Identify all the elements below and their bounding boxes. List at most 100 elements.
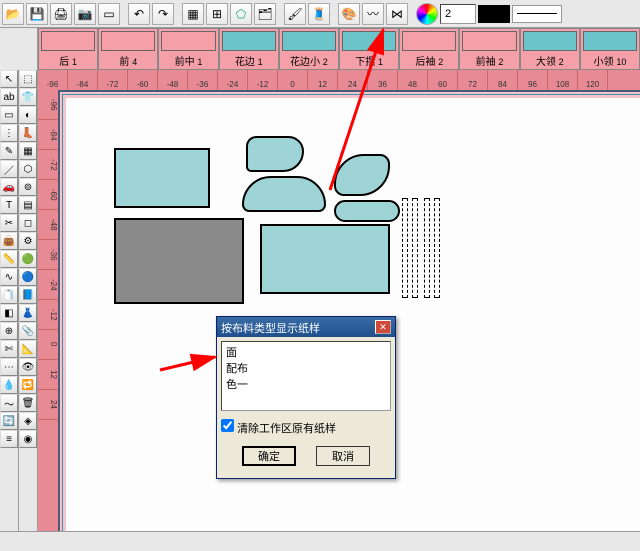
misc2-icon[interactable]: ◉ [19, 430, 37, 448]
panel-item[interactable]: 花边小 2 [279, 28, 339, 70]
ab-icon[interactable]: ab [0, 88, 18, 106]
pattern-piece[interactable] [434, 198, 440, 298]
pattern-piece[interactable] [424, 198, 430, 298]
book-icon[interactable]: 📘 [19, 286, 37, 304]
grid2-icon[interactable]: ▦ [19, 142, 37, 160]
pattern-piece[interactable] [334, 200, 400, 222]
layer3-icon[interactable]: ▤ [19, 196, 37, 214]
list-item[interactable]: 色一 [224, 376, 388, 392]
close-icon[interactable]: ✕ [375, 320, 391, 334]
tool-redo-icon[interactable]: ↷ [152, 3, 174, 25]
panel-item[interactable]: 下摆 1 [339, 28, 399, 70]
left-toolbar-1: ↖ ab ▭ ⋮ ✎ ／ 🚗 T ✂ 👜 📏 ∿ 🧻 ◧ ⊕ ✄ ⋯ 💧 〜 🔄… [0, 70, 19, 531]
panel-item[interactable]: 后 1 [38, 28, 98, 70]
tool-shape-icon[interactable]: ⬠ [230, 3, 252, 25]
reset-icon[interactable]: 🔁 [19, 376, 37, 394]
pattern-piece[interactable] [246, 136, 304, 172]
machine-icon[interactable]: ⚙ [19, 232, 37, 250]
compass-icon[interactable]: ⊕ [0, 322, 18, 340]
ok-button[interactable]: 确定 [242, 446, 296, 466]
tool-save-icon[interactable]: 💾 [26, 3, 48, 25]
clear-checkbox-label: 清除工作区原有纸样 [237, 423, 336, 435]
cut-icon[interactable]: ✄ [0, 340, 18, 358]
dialog-titlebar[interactable]: 按布料类型显示纸样 ✕ [217, 317, 395, 337]
target-icon[interactable]: ⊚ [19, 178, 37, 196]
shape2-icon[interactable]: ◧ [0, 304, 18, 322]
bottom-scrollbar[interactable] [0, 531, 640, 551]
list-item[interactable]: 面 [224, 344, 388, 360]
pattern-piece[interactable] [334, 154, 390, 196]
line-style-select[interactable] [512, 5, 562, 23]
cancel-button[interactable]: 取消 [316, 446, 370, 466]
scissors-icon[interactable]: ✂ [0, 214, 18, 232]
green-icon[interactable]: 🟢 [19, 250, 37, 268]
rect-icon[interactable]: ▭ [0, 106, 18, 124]
piece2-icon[interactable]: 👗 [19, 304, 37, 322]
tool-layers-icon[interactable]: 🗂 [254, 3, 276, 25]
curve2-icon[interactable]: ∿ [0, 268, 18, 286]
panel-item[interactable]: 前中 1 [158, 28, 218, 70]
trash-icon[interactable]: 🗑 [19, 394, 37, 412]
pen-icon[interactable]: ✎ [0, 142, 18, 160]
tool-align-icon[interactable]: ▦ [182, 3, 204, 25]
tool-brush-icon[interactable]: 🖌 [284, 3, 306, 25]
clip-icon[interactable]: 📎 [19, 322, 37, 340]
blue-icon[interactable]: 🔵 [19, 268, 37, 286]
clear-checkbox-row[interactable]: 清除工作区原有纸样 [221, 419, 391, 436]
tool-grid-icon[interactable]: ⊞ [206, 3, 228, 25]
tool-print-icon[interactable]: 🖨 [50, 3, 72, 25]
dialog-title: 按布料类型显示纸样 [221, 320, 320, 334]
sq-icon[interactable]: ◻ [19, 214, 37, 232]
tool-undo-icon[interactable]: ↶ [128, 3, 150, 25]
tool-fabric-type-icon[interactable]: 🧵 [308, 3, 330, 25]
clear-checkbox[interactable] [221, 419, 234, 432]
ruler-icon[interactable]: 📏 [0, 250, 18, 268]
tool-frame-icon[interactable]: ▭ [98, 3, 120, 25]
panel-item[interactable]: 小领 10 [580, 28, 640, 70]
bag-icon[interactable]: 👜 [0, 232, 18, 250]
panel-item[interactable]: 后袖 2 [399, 28, 459, 70]
pocket-icon[interactable]: 👕 [19, 88, 37, 106]
fabric-type-dialog: 按布料类型显示纸样 ✕ 面配布色一 清除工作区原有纸样 确定 取消 [216, 316, 396, 479]
pattern-piece[interactable] [242, 176, 326, 212]
panel-item[interactable]: 大领 2 [520, 28, 580, 70]
select2-icon[interactable]: ⬚ [19, 70, 37, 88]
pattern-piece[interactable] [114, 148, 210, 208]
list-item[interactable]: 配布 [224, 360, 388, 376]
tool-stitch-icon[interactable]: ⋈ [386, 3, 408, 25]
hex-icon[interactable]: ⬡ [19, 160, 37, 178]
tool-camera-icon[interactable]: 📷 [74, 3, 96, 25]
measure-icon[interactable]: 📐 [19, 340, 37, 358]
tool-open-icon[interactable]: 📂 [2, 3, 24, 25]
pattern-piece[interactable] [402, 198, 408, 298]
ruler-horizontal: -96-84-72-60-48-36-24-120122436486072849… [38, 70, 640, 90]
dots-icon[interactable]: ⋮ [0, 124, 18, 142]
pattern-piece[interactable] [114, 218, 244, 304]
piece-icon[interactable]: ◐ [19, 106, 37, 124]
line-icon[interactable]: ／ [0, 160, 18, 178]
panel-item[interactable]: 前 4 [98, 28, 158, 70]
pattern-piece[interactable] [260, 224, 390, 294]
boot-icon[interactable]: 👢 [19, 124, 37, 142]
lines-icon[interactable]: ≡ [0, 430, 18, 448]
panel-item[interactable]: 花边 1 [219, 28, 279, 70]
wave-icon[interactable]: 〜 [0, 394, 18, 412]
pointer-icon[interactable]: ↖ [0, 70, 18, 88]
car-icon[interactable]: 🚗 [0, 178, 18, 196]
stitch2-icon[interactable]: ⋯ [0, 358, 18, 376]
panel-item[interactable]: 前袖 2 [459, 28, 519, 70]
tool-colorwheel-icon[interactable] [416, 3, 438, 25]
fabric-listbox[interactable]: 面配布色一 [221, 341, 391, 411]
refresh-icon[interactable]: 🔄 [0, 412, 18, 430]
water-icon[interactable]: 💧 [0, 376, 18, 394]
view-icon[interactable]: 👁 [19, 358, 37, 376]
left-toolbar-2: ⬚ 👕 ◐ 👢 ▦ ⬡ ⊚ ▤ ◻ ⚙ 🟢 🔵 📘 👗 📎 📐 👁 🔁 🗑 ◈ … [19, 70, 38, 531]
tool-palette-icon[interactable]: 🎨 [338, 3, 360, 25]
stroke-width-input[interactable] [440, 4, 476, 24]
color-swatch[interactable] [478, 5, 510, 23]
misc-icon[interactable]: ◈ [19, 412, 37, 430]
pattern-piece[interactable] [412, 198, 418, 298]
roll-icon[interactable]: 🧻 [0, 286, 18, 304]
tool-curve-icon[interactable]: 〰 [362, 3, 384, 25]
text-icon[interactable]: T [0, 196, 18, 214]
